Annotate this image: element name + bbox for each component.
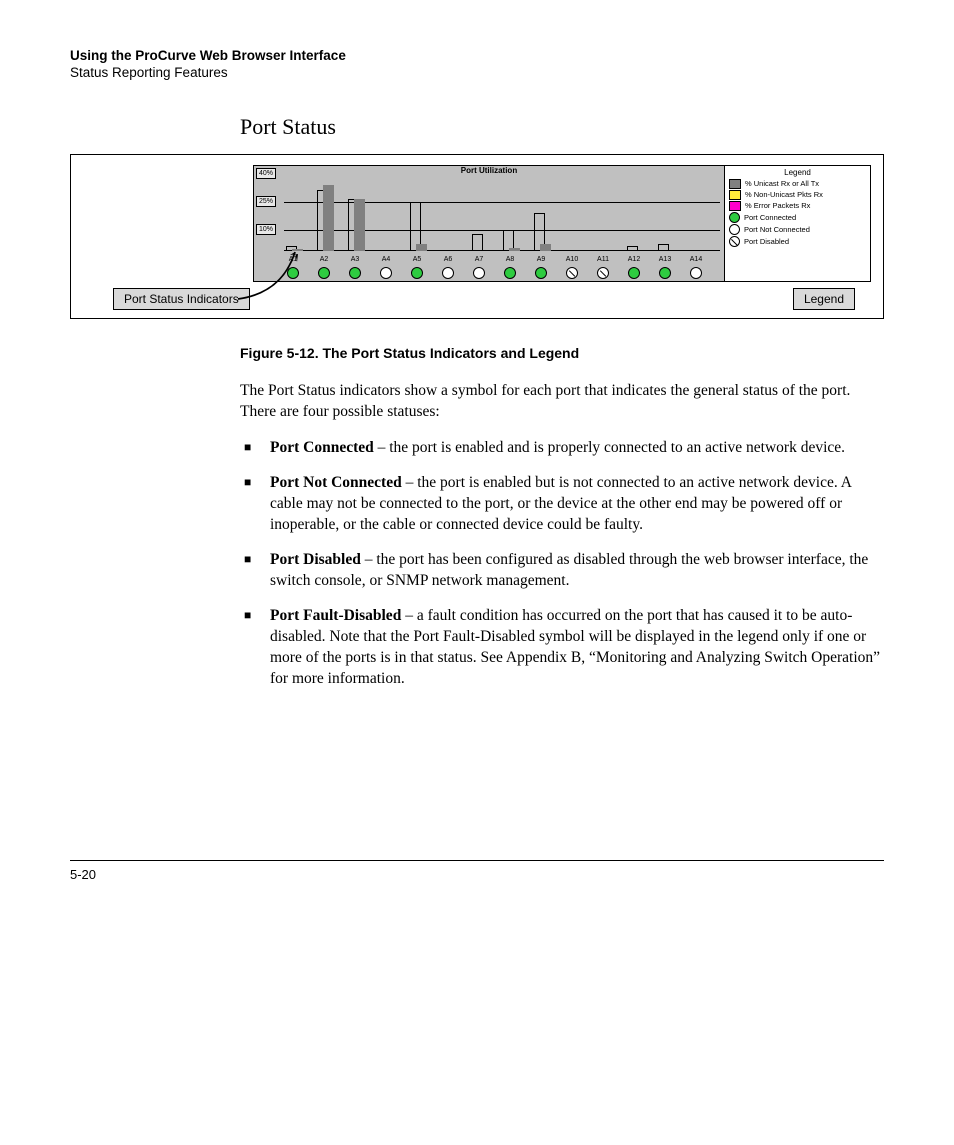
legend-dot-icon: [729, 212, 740, 223]
figure-frame: Port Utilization 40% 25% 10% A1A2A3A4A5A…: [70, 154, 884, 319]
legend-label: % Unicast Rx or All Tx: [745, 179, 819, 189]
callout-legend: Legend: [793, 288, 855, 310]
port-status-dot: [628, 267, 640, 279]
legend-row: % Error Packets Rx: [729, 201, 866, 211]
section-title: Port Status: [240, 114, 884, 140]
page-header-subtitle: Status Reporting Features: [70, 65, 884, 80]
legend-swatch-icon: [729, 190, 741, 200]
legend-label: Port Not Connected: [744, 225, 810, 235]
status-term: Port Not Connected: [270, 474, 402, 491]
status-desc: – the port is enabled and is properly co…: [374, 439, 845, 456]
bar-fill: [323, 185, 334, 252]
bar-outline: [658, 244, 669, 251]
legend-label: Port Connected: [744, 213, 796, 223]
port-status-dot: [566, 267, 578, 279]
figure-caption: Figure 5-12. The Port Status Indicators …: [240, 345, 884, 361]
y-tick-10: 10%: [256, 224, 276, 235]
port-status-dot: [535, 267, 547, 279]
legend-title: Legend: [729, 168, 866, 177]
port-status-dot: [380, 267, 392, 279]
port-status-dot: [411, 267, 423, 279]
port-label: A12: [619, 256, 649, 263]
port-label: A13: [650, 256, 680, 263]
legend-swatch-icon: [729, 179, 741, 189]
legend-swatch-icon: [729, 201, 741, 211]
legend-label: % Non-Unicast Pkts Rx: [745, 190, 823, 200]
page-number: 5-20: [70, 867, 884, 882]
port-label: A14: [681, 256, 711, 263]
chart-plot-area: Port Utilization 40% 25% 10% A1A2A3A4A5A…: [253, 165, 725, 282]
port-label: A11: [588, 256, 618, 263]
port-label: A6: [433, 256, 463, 263]
status-definitions-list: Port Connected – the port is enabled and…: [240, 438, 884, 689]
status-term: Port Connected: [270, 439, 374, 456]
status-item: Port Not Connected – the port is enabled…: [240, 473, 884, 536]
port-status-dot: [504, 267, 516, 279]
bar-outline: [627, 246, 638, 251]
bar-outline: [472, 234, 483, 252]
port-label: A9: [526, 256, 556, 263]
status-term: Port Disabled: [270, 551, 361, 568]
bar-fill: [540, 244, 551, 251]
port-status-dot: [473, 267, 485, 279]
intro-paragraph: The Port Status indicators show a symbol…: [240, 381, 884, 423]
legend-row: Port Connected: [729, 212, 866, 223]
port-label: A7: [464, 256, 494, 263]
legend-row: % Unicast Rx or All Tx: [729, 179, 866, 189]
legend-row: Port Not Connected: [729, 224, 866, 235]
port-status-dot: [690, 267, 702, 279]
y-tick-25: 25%: [256, 196, 276, 207]
bar-fill: [354, 199, 365, 252]
legend-row: % Non-Unicast Pkts Rx: [729, 190, 866, 200]
legend-label: % Error Packets Rx: [745, 201, 810, 211]
port-label: A5: [402, 256, 432, 263]
status-item: Port Connected – the port is enabled and…: [240, 438, 884, 459]
legend-dot-icon: [729, 224, 740, 235]
status-item: Port Fault-Disabled – a fault condition …: [240, 606, 884, 690]
port-status-dot: [349, 267, 361, 279]
bar-fill: [509, 248, 520, 252]
port-status-dot: [659, 267, 671, 279]
legend-dot-icon: [729, 236, 740, 247]
status-term: Port Fault-Disabled: [270, 607, 401, 624]
port-status-dot: [442, 267, 454, 279]
port-status-dot: [597, 267, 609, 279]
chart-title: Port Utilization: [254, 166, 724, 175]
status-item: Port Disabled – the port has been config…: [240, 550, 884, 592]
y-tick-40: 40%: [256, 168, 276, 179]
callout-port-status-indicators: Port Status Indicators: [113, 288, 250, 310]
legend-label: Port Disabled: [744, 237, 789, 247]
bars-container: [284, 181, 720, 251]
port-label: A8: [495, 256, 525, 263]
port-label: A3: [340, 256, 370, 263]
port-label: A10: [557, 256, 587, 263]
legend-row: Port Disabled: [729, 236, 866, 247]
footer-rule: [70, 860, 884, 861]
port-utilization-chart: Port Utilization 40% 25% 10% A1A2A3A4A5A…: [253, 165, 871, 282]
bar-fill: [416, 244, 427, 251]
page-header-title: Using the ProCurve Web Browser Interface: [70, 48, 884, 63]
port-label: A4: [371, 256, 401, 263]
legend-panel: Legend % Unicast Rx or All Tx% Non-Unica…: [725, 165, 871, 282]
callout-arrow-icon: [233, 244, 323, 304]
